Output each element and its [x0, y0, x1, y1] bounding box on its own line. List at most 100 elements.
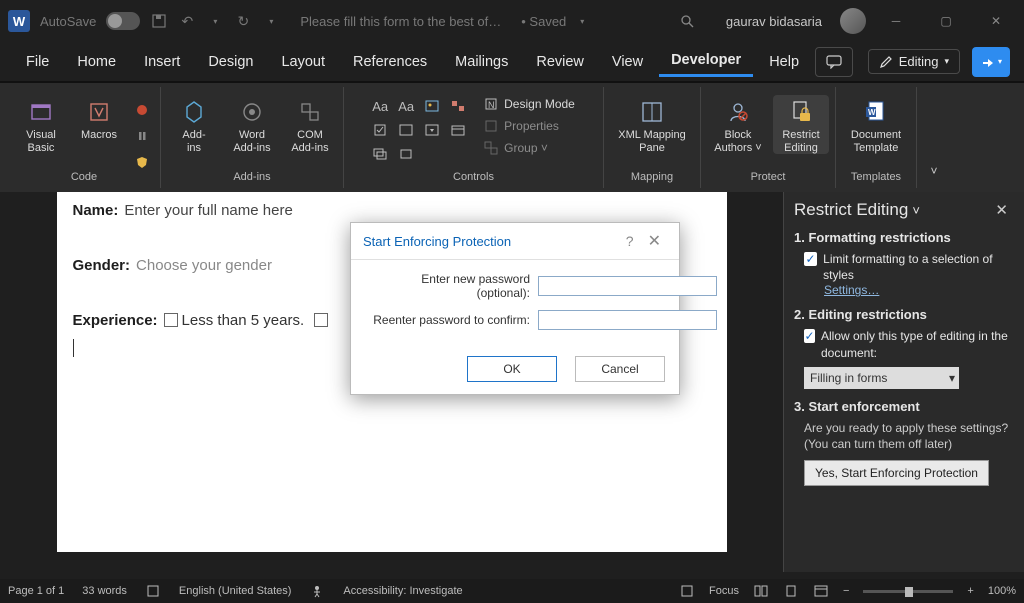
window-close-button[interactable]: ✕ — [976, 6, 1016, 36]
macros-button[interactable]: Macros — [72, 95, 126, 142]
focus-mode-icon[interactable] — [679, 583, 695, 599]
word-addins-button[interactable]: Word Add-ins — [225, 95, 279, 154]
share-button[interactable]: ▾ — [972, 47, 1010, 77]
saved-drop-icon[interactable]: ▾ — [580, 17, 584, 26]
status-page[interactable]: Page 1 of 1 — [8, 585, 64, 597]
cancel-button[interactable]: Cancel — [575, 356, 665, 382]
dialog-close-button[interactable]: ✕ — [642, 231, 667, 251]
macro-security-icon[interactable] — [130, 151, 154, 173]
status-words[interactable]: 33 words — [82, 585, 127, 597]
document-template-button[interactable]: W Document Template — [842, 95, 910, 154]
tab-file[interactable]: File — [14, 48, 61, 76]
tab-layout[interactable]: Layout — [269, 48, 337, 76]
autosave-toggle[interactable] — [106, 12, 140, 30]
ctrl-combo-icon[interactable] — [394, 119, 418, 141]
reenter-password-label: Reenter password to confirm: — [365, 313, 530, 327]
ctrl-date-icon[interactable] — [446, 119, 470, 141]
design-mode-icon: N — [484, 97, 498, 111]
undo-drop-icon[interactable]: ▾ — [206, 12, 224, 30]
start-enforcing-dialog: Start Enforcing Protection ? ✕ Enter new… — [350, 222, 680, 395]
pane-chevron-icon[interactable]: ˅ — [912, 203, 920, 218]
reenter-password-input[interactable] — [538, 310, 717, 330]
ctrl-picture-icon[interactable] — [420, 95, 444, 117]
tab-home[interactable]: Home — [65, 48, 128, 76]
ctrl-richtext-icon[interactable]: Aa — [368, 95, 392, 117]
ok-button[interactable]: OK — [467, 356, 557, 382]
tab-mailings[interactable]: Mailings — [443, 48, 520, 76]
ctrl-legacy-icon[interactable] — [394, 143, 418, 165]
svg-text:N: N — [488, 100, 495, 110]
ctrl-checkbox-icon[interactable] — [368, 119, 392, 141]
pane-title: Restrict Editing — [794, 200, 908, 220]
window-minimize-button[interactable]: ─ — [876, 6, 916, 36]
redo-drop-icon[interactable]: ▾ — [262, 12, 280, 30]
editing-type-value: Filling in forms — [810, 371, 887, 385]
status-proofing-icon[interactable] — [145, 583, 161, 599]
field-gender-label: Gender: — [73, 257, 131, 274]
ctrl-dropdown-icon[interactable] — [420, 119, 444, 141]
ribbon-collapse-button[interactable]: ˅ — [917, 87, 951, 188]
search-icon[interactable] — [678, 12, 696, 30]
ctrl-repeat-icon[interactable] — [368, 143, 392, 165]
block-authors-button[interactable]: Block Authors ˅ — [707, 95, 769, 154]
settings-link[interactable]: Settings… — [824, 283, 1014, 297]
xml-mapping-button[interactable]: XML Mapping Pane — [610, 95, 694, 154]
com-addins-button[interactable]: COM Add-ins — [283, 95, 337, 154]
checkbox-icon[interactable] — [314, 313, 328, 327]
addins-button[interactable]: Add- ins — [167, 95, 221, 154]
status-zoom[interactable]: 100% — [988, 585, 1016, 597]
status-focus[interactable]: Focus — [709, 585, 739, 597]
start-enforcing-button[interactable]: Yes, Start Enforcing Protection — [804, 460, 989, 486]
status-a11y-icon[interactable] — [309, 583, 325, 599]
zoom-minus-button[interactable]: − — [843, 585, 849, 597]
comments-button[interactable] — [815, 47, 853, 77]
field-name-value[interactable]: Enter your full name here — [124, 202, 292, 219]
field-experience-label: Experience: — [73, 312, 158, 329]
properties-icon — [484, 119, 498, 133]
tab-design[interactable]: Design — [196, 48, 265, 76]
tab-view[interactable]: View — [600, 48, 655, 76]
checkbox-formatting[interactable]: ✓ — [804, 252, 817, 266]
zoom-slider[interactable] — [863, 590, 953, 593]
tab-help[interactable]: Help — [757, 48, 811, 76]
avatar[interactable] — [840, 8, 866, 34]
editing-type-select[interactable]: Filling in forms ▾ — [804, 367, 959, 389]
zoom-plus-button[interactable]: + — [967, 585, 973, 597]
read-mode-icon[interactable] — [753, 583, 769, 599]
ctrl-buildingblock-icon[interactable] — [446, 95, 470, 117]
tab-review[interactable]: Review — [524, 48, 596, 76]
record-macro-icon[interactable] — [130, 99, 154, 121]
checkbox-editing-label: Allow only this type of editing in the d… — [821, 328, 1014, 360]
undo-icon[interactable]: ↶ — [178, 12, 196, 30]
save-icon[interactable] — [150, 12, 168, 30]
redo-icon[interactable]: ↻ — [234, 12, 252, 30]
print-layout-icon[interactable] — [783, 583, 799, 599]
controls-grid: Aa Aa — [368, 95, 470, 165]
tab-developer[interactable]: Developer — [659, 46, 753, 77]
saved-indicator: • Saved — [521, 14, 566, 29]
group-templates: W Document Template Templates — [836, 87, 917, 188]
checkbox-formatting-label: Limit formatting to a selection of style… — [823, 251, 1014, 283]
checkbox-editing[interactable]: ✓ — [804, 329, 815, 343]
status-bar: Page 1 of 1 33 words English (United Sta… — [0, 579, 1024, 603]
restrict-editing-button[interactable]: Restrict Editing — [773, 95, 829, 154]
web-layout-icon[interactable] — [813, 583, 829, 599]
ctrl-plaintext-icon[interactable]: Aa — [394, 95, 418, 117]
tab-references[interactable]: References — [341, 48, 439, 76]
editing-mode-button[interactable]: Editing ▾ — [868, 49, 960, 74]
field-experience-opt2[interactable] — [314, 312, 332, 329]
visual-basic-button[interactable]: Visual Basic — [14, 95, 68, 154]
pane-close-button[interactable]: ✕ — [989, 201, 1014, 219]
enter-password-input[interactable] — [538, 276, 717, 296]
pause-macro-icon[interactable] — [130, 125, 154, 147]
checkbox-icon[interactable] — [164, 313, 178, 327]
pencil-icon — [879, 55, 893, 69]
window-maximize-button[interactable]: ▢ — [926, 6, 966, 36]
tab-insert[interactable]: Insert — [132, 48, 192, 76]
status-lang[interactable]: English (United States) — [179, 585, 292, 597]
design-mode-button[interactable]: N Design Mode — [480, 95, 579, 113]
field-experience-opt1[interactable]: Less than 5 years. — [164, 312, 305, 329]
status-accessibility[interactable]: Accessibility: Investigate — [343, 585, 462, 597]
field-gender-value[interactable]: Choose your gender — [136, 257, 272, 274]
dialog-help-button[interactable]: ? — [618, 233, 642, 249]
